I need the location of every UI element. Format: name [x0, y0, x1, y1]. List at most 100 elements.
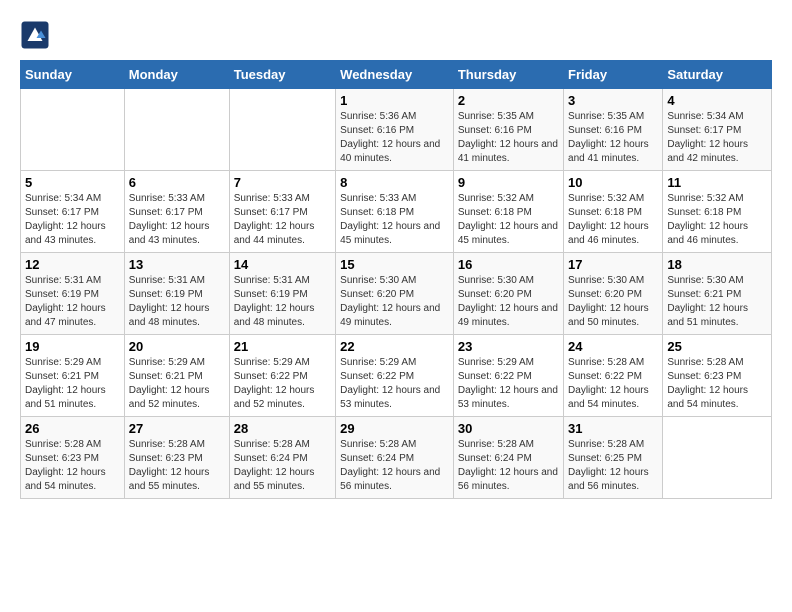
day-number: 1: [340, 93, 449, 108]
calendar-cell: [229, 89, 335, 171]
day-number: 26: [25, 421, 120, 436]
calendar-cell: 29Sunrise: 5:28 AMSunset: 6:24 PMDayligh…: [336, 417, 454, 499]
day-number: 19: [25, 339, 120, 354]
day-info: Sunrise: 5:33 AMSunset: 6:17 PMDaylight:…: [129, 192, 225, 248]
day-info: Sunrise: 5:28 AMSunset: 6:24 PMDaylight:…: [234, 438, 331, 494]
day-header-tuesday: Tuesday: [229, 61, 335, 89]
calendar-cell: 4Sunrise: 5:34 AMSunset: 6:17 PMDaylight…: [663, 89, 772, 171]
day-number: 28: [234, 421, 331, 436]
day-info: Sunrise: 5:28 AMSunset: 6:22 PMDaylight:…: [568, 356, 658, 412]
day-info: Sunrise: 5:29 AMSunset: 6:21 PMDaylight:…: [25, 356, 120, 412]
day-number: 3: [568, 93, 658, 108]
day-number: 27: [129, 421, 225, 436]
logo: [20, 20, 54, 50]
day-info: Sunrise: 5:31 AMSunset: 6:19 PMDaylight:…: [129, 274, 225, 330]
day-number: 13: [129, 257, 225, 272]
day-number: 11: [667, 175, 767, 190]
day-number: 9: [458, 175, 559, 190]
day-number: 14: [234, 257, 331, 272]
calendar-cell: 27 Sunrise: 5:28 AMSunset: 6:23 PMDayligh…: [124, 417, 229, 499]
day-number: 20: [129, 339, 225, 354]
day-number: 10: [568, 175, 658, 190]
day-info: Sunrise: 5:33 AMSunset: 6:18 PMDaylight:…: [340, 192, 449, 248]
day-info: Sunrise: 5:28 AMSunset: 6:25 PMDaylight:…: [568, 438, 658, 494]
day-info: Sunrise: 5:35 AMSunset: 6:16 PMDaylight:…: [568, 110, 658, 166]
day-info: Sunrise: 5:30 AMSunset: 6:20 PMDaylight:…: [340, 274, 449, 330]
day-number: 2: [458, 93, 559, 108]
day-header-sunday: Sunday: [21, 61, 125, 89]
day-info: Sunrise: 5:30 AMSunset: 6:20 PMDaylight:…: [568, 274, 658, 330]
calendar-cell: 20 Sunrise: 5:29 AMSunset: 6:21 PMDayligh…: [124, 335, 229, 417]
day-info: Sunrise: 5:34 AMSunset: 6:17 PMDaylight:…: [667, 110, 767, 166]
day-header-thursday: Thursday: [453, 61, 563, 89]
calendar-cell: 10 Sunrise: 5:32 AMSunset: 6:18 PMDayligh…: [564, 171, 663, 253]
calendar-cell: 14 Sunrise: 5:31 AMSunset: 6:19 PMDayligh…: [229, 253, 335, 335]
day-info: Sunrise: 5:31 AMSunset: 6:19 PMDaylight:…: [234, 274, 331, 330]
calendar-cell: 21 Sunrise: 5:29 AMSunset: 6:22 PMDayligh…: [229, 335, 335, 417]
day-number: 25: [667, 339, 767, 354]
day-info: Sunrise: 5:28 AMSunset: 6:23 PMDaylight:…: [667, 356, 767, 412]
day-header-wednesday: Wednesday: [336, 61, 454, 89]
day-info: Sunrise: 5:28 AMSunset: 6:24 PMDaylight:…: [340, 438, 449, 494]
calendar-cell: 28 Sunrise: 5:28 AMSunset: 6:24 PMDayligh…: [229, 417, 335, 499]
day-header-saturday: Saturday: [663, 61, 772, 89]
day-info: Sunrise: 5:32 AMSunset: 6:18 PMDaylight:…: [667, 192, 767, 248]
calendar-cell: 8 Sunrise: 5:33 AMSunset: 6:18 PMDaylight…: [336, 171, 454, 253]
day-info: Sunrise: 5:29 AMSunset: 6:22 PMDaylight:…: [234, 356, 331, 412]
calendar-cell: 22Sunrise: 5:29 AMSunset: 6:22 PMDayligh…: [336, 335, 454, 417]
day-number: 23: [458, 339, 559, 354]
day-info: Sunrise: 5:28 AMSunset: 6:23 PMDaylight:…: [25, 438, 120, 494]
calendar-week-row: 5Sunrise: 5:34 AMSunset: 6:17 PMDaylight…: [21, 171, 772, 253]
calendar-cell: 26 Sunrise: 5:28 AMSunset: 6:23 PMDayligh…: [21, 417, 125, 499]
calendar-cell: 7 Sunrise: 5:33 AMSunset: 6:17 PMDaylight…: [229, 171, 335, 253]
calendar-cell: [124, 89, 229, 171]
day-info: Sunrise: 5:36 AMSunset: 6:16 PMDaylight:…: [340, 110, 449, 166]
calendar-week-row: 19 Sunrise: 5:29 AMSunset: 6:21 PMDayligh…: [21, 335, 772, 417]
calendar-cell: 2 Sunrise: 5:35 AMSunset: 6:16 PMDaylight…: [453, 89, 563, 171]
day-info: Sunrise: 5:29 AMSunset: 6:21 PMDaylight:…: [129, 356, 225, 412]
day-info: Sunrise: 5:32 AMSunset: 6:18 PMDaylight:…: [568, 192, 658, 248]
day-header-monday: Monday: [124, 61, 229, 89]
day-number: 17: [568, 257, 658, 272]
day-info: Sunrise: 5:29 AMSunset: 6:22 PMDaylight:…: [458, 356, 559, 412]
calendar-cell: 13 Sunrise: 5:31 AMSunset: 6:19 PMDayligh…: [124, 253, 229, 335]
day-info: Sunrise: 5:35 AMSunset: 6:16 PMDaylight:…: [458, 110, 559, 166]
calendar-cell: 17 Sunrise: 5:30 AMSunset: 6:20 PMDayligh…: [564, 253, 663, 335]
calendar-cell: 1 Sunrise: 5:36 AMSunset: 6:16 PMDaylight…: [336, 89, 454, 171]
day-number: 8: [340, 175, 449, 190]
calendar-cell: 12 Sunrise: 5:31 AMSunset: 6:19 PMDayligh…: [21, 253, 125, 335]
calendar-cell: 18Sunrise: 5:30 AMSunset: 6:21 PMDayligh…: [663, 253, 772, 335]
calendar-cell: [21, 89, 125, 171]
calendar-week-row: 12 Sunrise: 5:31 AMSunset: 6:19 PMDayligh…: [21, 253, 772, 335]
day-info: Sunrise: 5:33 AMSunset: 6:17 PMDaylight:…: [234, 192, 331, 248]
calendar-cell: 16 Sunrise: 5:30 AMSunset: 6:20 PMDayligh…: [453, 253, 563, 335]
calendar-cell: 6Sunrise: 5:33 AMSunset: 6:17 PMDaylight…: [124, 171, 229, 253]
calendar-cell: 15 Sunrise: 5:30 AMSunset: 6:20 PMDayligh…: [336, 253, 454, 335]
day-info: Sunrise: 5:31 AMSunset: 6:19 PMDaylight:…: [25, 274, 120, 330]
day-header-friday: Friday: [564, 61, 663, 89]
day-number: 15: [340, 257, 449, 272]
calendar-cell: 31Sunrise: 5:28 AMSunset: 6:25 PMDayligh…: [564, 417, 663, 499]
day-number: 7: [234, 175, 331, 190]
day-number: 5: [25, 175, 120, 190]
calendar-cell: 30Sunrise: 5:28 AMSunset: 6:24 PMDayligh…: [453, 417, 563, 499]
day-number: 21: [234, 339, 331, 354]
day-number: 16: [458, 257, 559, 272]
calendar-header-row: SundayMondayTuesdayWednesdayThursdayFrid…: [21, 61, 772, 89]
calendar-cell: 19 Sunrise: 5:29 AMSunset: 6:21 PMDayligh…: [21, 335, 125, 417]
day-info: Sunrise: 5:28 AMSunset: 6:24 PMDaylight:…: [458, 438, 559, 494]
logo-icon: [20, 20, 50, 50]
day-number: 24: [568, 339, 658, 354]
day-info: Sunrise: 5:32 AMSunset: 6:18 PMDaylight:…: [458, 192, 559, 248]
day-number: 18: [667, 257, 767, 272]
calendar-cell: 11 Sunrise: 5:32 AMSunset: 6:18 PMDayligh…: [663, 171, 772, 253]
day-number: 12: [25, 257, 120, 272]
calendar-week-row: 26 Sunrise: 5:28 AMSunset: 6:23 PMDayligh…: [21, 417, 772, 499]
calendar-cell: 3 Sunrise: 5:35 AMSunset: 6:16 PMDaylight…: [564, 89, 663, 171]
calendar-cell: 24 Sunrise: 5:28 AMSunset: 6:22 PMDayligh…: [564, 335, 663, 417]
calendar-cell: 9 Sunrise: 5:32 AMSunset: 6:18 PMDaylight…: [453, 171, 563, 253]
day-info: Sunrise: 5:28 AMSunset: 6:23 PMDaylight:…: [129, 438, 225, 494]
calendar-cell: [663, 417, 772, 499]
calendar-cell: 25 Sunrise: 5:28 AMSunset: 6:23 PMDayligh…: [663, 335, 772, 417]
day-info: Sunrise: 5:30 AMSunset: 6:20 PMDaylight:…: [458, 274, 559, 330]
